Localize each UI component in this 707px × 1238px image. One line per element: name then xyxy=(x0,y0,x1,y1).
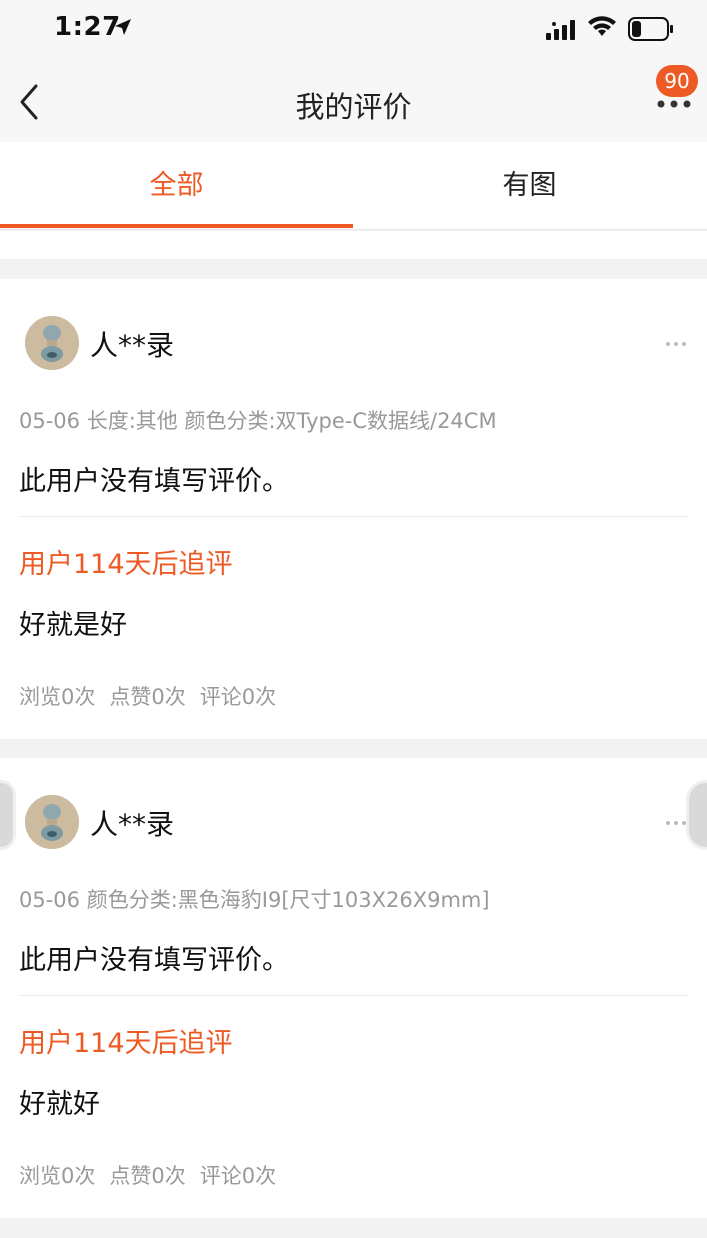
divider xyxy=(19,995,688,996)
review-meta: 05-06 颜色分类:黑色海豹I9[尺寸103X26X9mm] xyxy=(19,888,490,912)
review-card: 人**录 05-06 长度:其他 颜色分类:双Type-C数据线/24CM 此用… xyxy=(0,279,707,739)
review-content: 此用户没有填写评价。 xyxy=(19,945,289,976)
review-stats: 浏览0次 点赞0次 评论0次 xyxy=(19,1160,290,1190)
views-count: 浏览0次 xyxy=(19,1164,96,1188)
username[interactable]: 人**录 xyxy=(90,803,174,843)
tab-all[interactable]: 全部 xyxy=(0,142,353,230)
review-meta: 05-06 长度:其他 颜色分类:双Type-C数据线/24CM xyxy=(19,409,497,433)
wifi-icon xyxy=(588,16,616,36)
floating-handle-left[interactable] xyxy=(0,780,16,850)
divider xyxy=(19,516,688,517)
tab-bar: 全部 有图 xyxy=(0,142,707,230)
status-time: 1:27 xyxy=(54,12,121,42)
followup-title: 用户114天后追评 xyxy=(19,549,233,580)
username[interactable]: 人**录 xyxy=(90,324,174,364)
comments-count[interactable]: 评论0次 xyxy=(200,1164,276,1188)
floating-handle-right[interactable] xyxy=(686,780,707,850)
battery-icon xyxy=(628,17,673,41)
more-dots-icon[interactable] xyxy=(665,820,687,826)
avatar[interactable] xyxy=(25,795,79,849)
notification-badge: 90 xyxy=(656,65,698,97)
comments-count[interactable]: 评论0次 xyxy=(200,685,276,709)
tab-active-indicator xyxy=(0,224,353,228)
likes-count[interactable]: 点赞0次 xyxy=(109,1164,185,1188)
more-dots-icon[interactable] xyxy=(665,341,687,347)
page-title: 我的评价 xyxy=(295,90,412,124)
more-dots-icon[interactable] xyxy=(656,94,692,114)
location-arrow-icon xyxy=(115,19,131,35)
nav-bar: 我的评价 90 xyxy=(0,60,707,142)
tab-with-images[interactable]: 有图 xyxy=(353,142,706,230)
views-count: 浏览0次 xyxy=(19,685,96,709)
signal-icon xyxy=(546,20,575,40)
review-content: 此用户没有填写评价。 xyxy=(19,466,289,497)
followup-text: 好就是好 xyxy=(19,610,127,641)
followup-text: 好就好 xyxy=(19,1089,100,1120)
review-card: 人**录 05-06 颜色分类:黑色海豹I9[尺寸103X26X9mm] 此用户… xyxy=(0,758,707,1218)
followup-title: 用户114天后追评 xyxy=(19,1028,233,1059)
status-bar: 1:27 xyxy=(0,0,707,60)
review-stats: 浏览0次 点赞0次 评论0次 xyxy=(19,681,290,711)
avatar[interactable] xyxy=(25,316,79,370)
likes-count[interactable]: 点赞0次 xyxy=(109,685,185,709)
tab-content-strip xyxy=(0,231,707,259)
